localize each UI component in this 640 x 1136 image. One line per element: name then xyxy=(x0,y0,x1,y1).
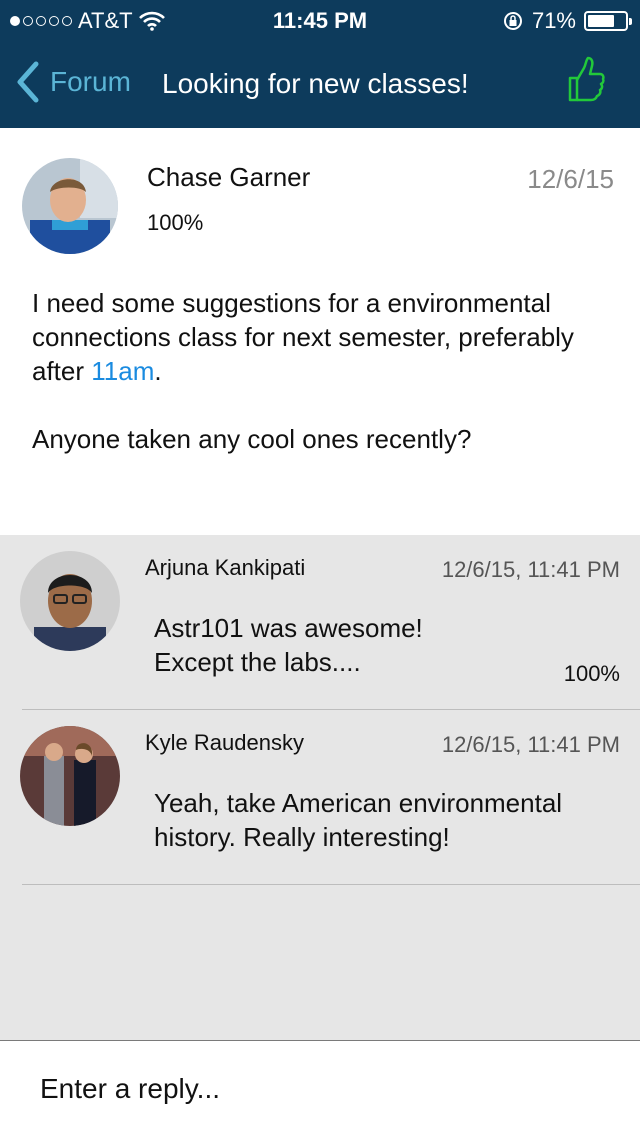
comment-author[interactable]: Arjuna Kankipati xyxy=(145,555,305,581)
comment-score: 100% xyxy=(563,661,620,686)
comment-date: 12/6/15, 11:41 PM xyxy=(441,557,620,582)
back-button[interactable]: Forum xyxy=(14,60,131,104)
like-button[interactable] xyxy=(566,56,606,107)
comment-author[interactable]: Kyle Raudensky xyxy=(145,730,304,756)
avatar[interactable] xyxy=(20,551,120,651)
battery-percent: 71% xyxy=(531,8,576,33)
reply-input[interactable] xyxy=(40,1067,600,1111)
reply-bar xyxy=(0,1040,640,1136)
avatar[interactable] xyxy=(20,726,120,826)
post-score: 100% xyxy=(147,210,204,235)
thumbs-up-icon xyxy=(568,56,605,102)
comment-body: Astr101 was awesome! Except the labs.... xyxy=(154,613,423,677)
post-body-paragraph: Anyone taken any cool ones recently? xyxy=(32,424,472,454)
back-label: Forum xyxy=(50,66,131,97)
header-bar: AT&T 11:45 PM 71% Forum Looking for new … xyxy=(0,0,640,128)
post-date: 12/6/15 xyxy=(527,164,614,194)
avatar[interactable] xyxy=(22,158,118,254)
post-body-paragraph: I need some suggestions for a environmen… xyxy=(32,288,574,386)
navigation-bar: Forum Looking for new classes! xyxy=(0,44,640,128)
post-body: I need some suggestions for a environmen… xyxy=(32,286,622,456)
orientation-lock-icon xyxy=(503,12,522,30)
battery-icon xyxy=(584,11,632,31)
original-post: Chase Garner 100% 12/6/15 I need some su… xyxy=(0,128,640,535)
comment-item[interactable]: Arjuna Kankipati 12/6/15, 11:41 PM Astr1… xyxy=(0,535,640,710)
comment-body: Yeah, take American environmental histor… xyxy=(154,788,563,852)
post-author[interactable]: Chase Garner xyxy=(147,162,310,193)
comment-date: 12/6/15, 11:41 PM xyxy=(441,732,620,757)
time-link[interactable]: 11am xyxy=(91,356,154,386)
chevron-left-icon xyxy=(17,61,39,103)
divider xyxy=(22,884,640,885)
page-title: Looking for new classes! xyxy=(162,68,469,99)
comment-item[interactable]: Kyle Raudensky 12/6/15, 11:41 PM Yeah, t… xyxy=(0,710,640,885)
status-bar: AT&T 11:45 PM 71% xyxy=(0,0,640,40)
